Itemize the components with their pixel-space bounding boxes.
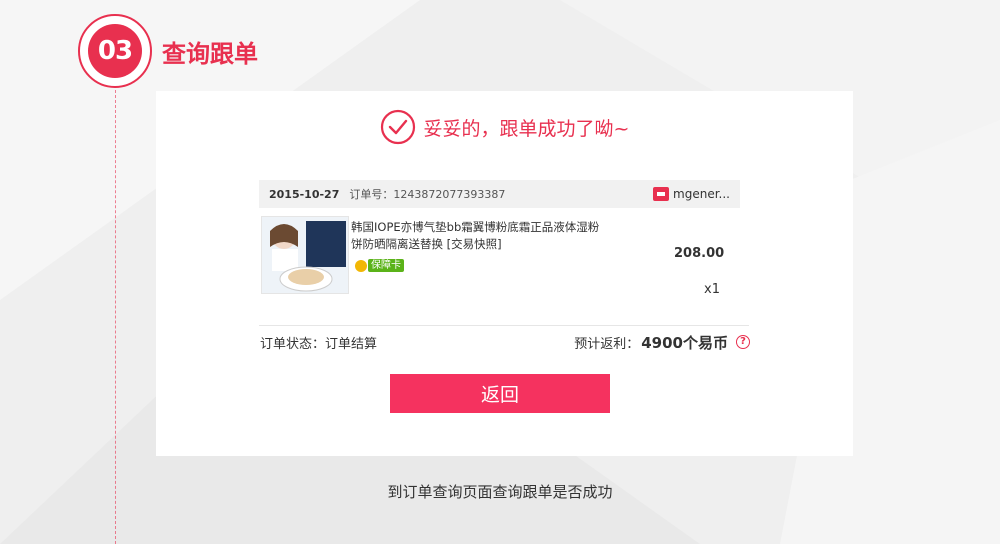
order-date: 2015-10-27: [269, 187, 340, 201]
rebate-value: 4900个易币: [641, 333, 728, 352]
product-name-link[interactable]: 韩国IOPE亦博气垫bb霜翼博粉底霜正品液体湿粉饼防晒隔离送替换 [交易快照]: [351, 219, 601, 253]
order-number-label: 订单号：: [349, 188, 394, 201]
help-icon[interactable]: ?: [736, 335, 750, 349]
order-number: 1243872077393387: [393, 187, 506, 201]
order-status: 订单状态：订单结算: [260, 336, 378, 352]
tmall-icon: [653, 187, 670, 201]
back-button[interactable]: 返回: [390, 374, 610, 413]
step-caption: 到订单查询页面查询跟单是否成功: [387, 483, 613, 501]
product-image-icon: [262, 217, 348, 293]
order-header: 2015-10-27 订单号： 1243872077393387 mgener.…: [259, 180, 740, 208]
step-number: 03: [88, 24, 142, 78]
guarantee-icon: [355, 259, 367, 272]
status-row: 订单状态：订单结算 预计返利： 4900个易币 ?: [260, 331, 750, 353]
rebate-label: 预计返利：: [574, 336, 640, 352]
result-card: 妥妥的，跟单成功了呦~ 2015-10-27 订单号： 124387207739…: [156, 91, 853, 456]
product-price: 208.00: [674, 246, 725, 261]
step-title: 查询跟单: [162, 39, 258, 68]
section-divider: [259, 325, 749, 326]
timeline-dashed-line: [115, 90, 116, 544]
check-circle-icon: [380, 109, 415, 145]
guarantee-badge: 保障卡: [355, 259, 404, 272]
order-item: 韩国IOPE亦博气垫bb霜翼博粉底霜正品液体湿粉饼防晒隔离送替换 [交易快照] …: [259, 208, 740, 312]
shop-name: mgener...: [673, 187, 730, 201]
step-header: 03 查询跟单: [78, 12, 258, 90]
success-banner: 妥妥的，跟单成功了呦~: [156, 109, 853, 145]
product-quantity: x1: [704, 282, 720, 297]
rebate-info: 预计返利： 4900个易币 ?: [574, 332, 750, 353]
order-panel: 2015-10-27 订单号： 1243872077393387 mgener.…: [259, 180, 740, 312]
success-message: 妥妥的，跟单成功了呦~: [423, 117, 630, 140]
product-thumbnail[interactable]: [261, 216, 349, 294]
guarantee-label: 保障卡: [368, 259, 404, 272]
step-badge: 03: [78, 14, 152, 88]
shop-link[interactable]: mgener...: [653, 187, 730, 201]
